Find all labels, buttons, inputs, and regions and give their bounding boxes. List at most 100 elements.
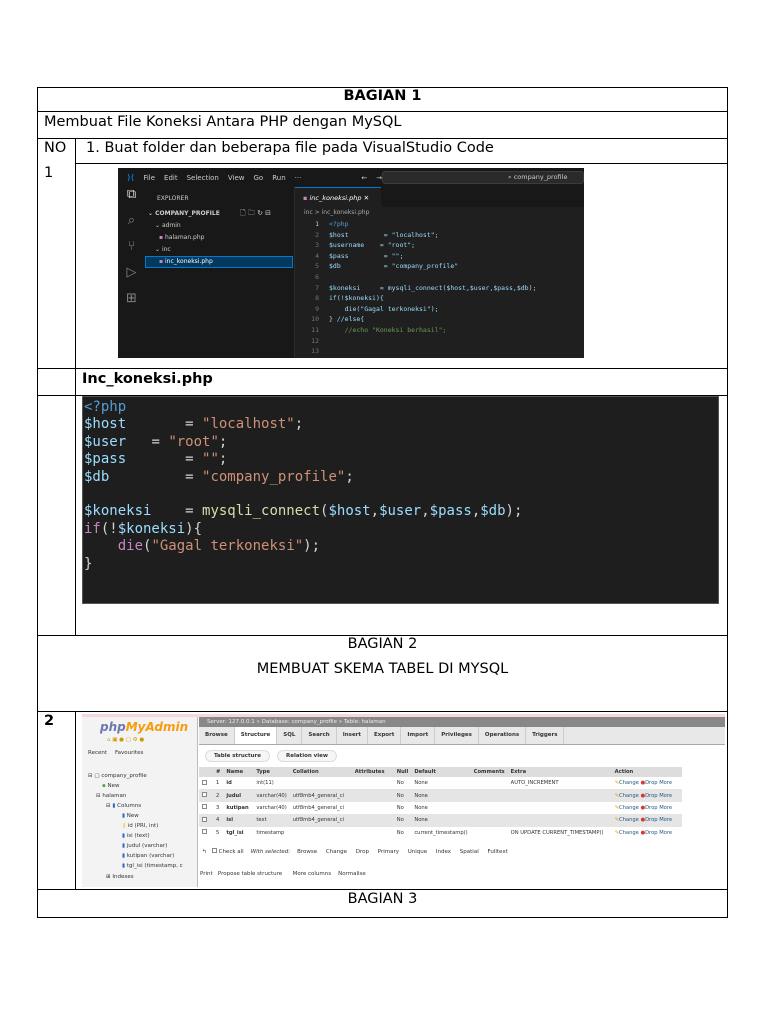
tree-table[interactable]: ⊟ halaman [96,793,126,799]
tab-browse[interactable]: Browse [199,727,235,744]
command-search[interactable]: ⌕ company_profile [382,171,584,184]
file-halaman[interactable]: ▪ halaman.php [159,234,204,241]
tree-col-new[interactable]: ▮ New [122,813,139,819]
tab-import[interactable]: Import [401,727,436,744]
column-header[interactable]: Name [223,767,254,777]
row-checkbox[interactable] [202,779,207,785]
close-icon[interactable]: ✕ [364,194,369,202]
code-line: 1 <?php [295,219,536,230]
check-all-checkbox[interactable] [211,848,217,853]
tab-privileges[interactable]: Privileges [435,727,479,744]
tab-inc-koneksi[interactable]: ▪ inc_koneksi.php ✕ [295,187,381,207]
drop-link[interactable]: Drop [645,817,657,823]
tab-insert[interactable]: Insert [337,727,369,744]
column-header[interactable]: Collation [289,767,352,777]
change-link[interactable]: Change [619,817,639,823]
tree-new[interactable]: ▪ New [102,783,119,789]
menu-selection[interactable]: Selection [187,174,219,182]
tab-structure[interactable]: Structure [234,727,278,744]
check-all[interactable]: Check all [219,849,244,855]
column-header[interactable]: Extra [507,767,612,777]
search-icon[interactable]: ⌕ [118,213,145,239]
row-checkbox[interactable] [202,792,207,798]
menu-go[interactable]: Go [253,174,263,182]
tab-search[interactable]: Search [302,727,337,744]
tab-operations[interactable]: Operations [479,727,527,744]
explorer-actions-icon[interactable]: 🗋 🗀 ↻ ⊟ [240,209,271,220]
column-header[interactable]: Type [253,767,290,777]
tree-col[interactable]: ▮ judul (varchar) [122,843,167,849]
change-link[interactable]: Change [619,793,639,799]
print-link[interactable]: Print [200,871,213,877]
bulk-primary[interactable]: Primary [378,849,399,855]
drop-link[interactable]: Drop [645,793,657,799]
menu-edit[interactable]: Edit [164,174,178,182]
row-checkbox[interactable] [202,804,207,810]
row-checkbox[interactable] [202,829,207,835]
source-control-icon[interactable]: ⑂ [118,239,145,265]
column-header[interactable]: Default [411,767,471,777]
nav-tab-favourites[interactable]: Favourites [115,750,143,756]
more-link[interactable]: More [659,830,672,836]
change-link[interactable]: Change [619,830,639,836]
drop-link[interactable]: Drop [645,780,657,786]
change-link[interactable]: Change [619,805,639,811]
code-line: <?php [84,399,718,416]
back-arrow-icon[interactable]: ← [361,174,367,182]
nav-tab-recent[interactable]: Recent [88,750,107,756]
bulk-fulltext[interactable]: Fulltext [487,849,507,855]
bulk-index[interactable]: Index [436,849,451,855]
vscode-logo-icon: ⟩⟨ [127,173,135,182]
column-header[interactable]: Null [393,767,412,777]
more-link[interactable]: More [659,817,672,823]
bulk-spatial[interactable]: Spatial [460,849,479,855]
table-cell: utf8mb4_general_ci [289,789,352,802]
more-link[interactable]: More [659,805,672,811]
tree-col[interactable]: ▮ isi (text) [122,833,150,839]
column-header[interactable]: Comments [470,767,508,777]
tab-triggers[interactable]: Triggers [526,727,565,744]
subtab-relation-view[interactable]: Relation view [277,750,337,762]
folder-inc[interactable]: ⌄ inc [155,246,171,253]
more-columns-link[interactable]: More columns [293,871,332,877]
more-link[interactable]: More [659,793,672,799]
tree-col[interactable]: ▮ tgl_isi (timestamp, c [122,863,183,869]
column-header[interactable] [199,767,213,777]
extensions-icon[interactable]: ⊞ [118,291,145,317]
tab-export[interactable]: Export [368,727,402,744]
file-inc-koneksi[interactable]: ▪ inc_koneksi.php [159,258,213,265]
project-folder[interactable]: ⌄ COMPANY_PROFILE [148,210,220,217]
drop-link[interactable]: Drop [645,830,657,836]
bulk-drop[interactable]: Drop [356,849,369,855]
bulk-unique[interactable]: Unique [408,849,427,855]
menu-more[interactable]: ··· [295,174,302,182]
tab-sql[interactable]: SQL [277,727,303,744]
table-cell: current_timestamp() [414,829,468,836]
explorer-icon[interactable]: ⧉ [118,187,145,213]
normalise-link[interactable]: Normalise [338,871,366,877]
change-link[interactable]: Change [619,780,639,786]
column-header[interactable]: # [213,767,224,777]
run-debug-icon[interactable]: ▷ [118,265,145,291]
table-cell [352,827,394,839]
bulk-browse[interactable]: Browse [297,849,317,855]
tree-col[interactable]: ⚷ id (PRI, int) [122,823,158,829]
drop-link[interactable]: Drop [645,805,657,811]
menu-view[interactable]: View [228,174,245,182]
menu-file[interactable]: File [143,174,155,182]
column-header[interactable]: Action [611,767,682,777]
bulk-change[interactable]: Change [326,849,347,855]
column-header[interactable]: Attributes [351,767,394,777]
editor[interactable]: 1 <?php 2 $host = "localhost"; 3 $username = … [295,219,536,357]
tree-indexes[interactable]: ⊞ Indexes [106,874,134,880]
tree-columns[interactable]: ⊟ ▮ Columns [106,803,141,809]
nav-toolbar-icons[interactable]: ⌂ ▣ ● ▢ ⚙ ● [107,737,144,743]
tree-db[interactable]: ⊟ ▢ company_profile [88,773,147,779]
more-link[interactable]: More [659,780,672,786]
folder-admin[interactable]: ⌄ admin [155,222,181,229]
propose-structure-link[interactable]: Propose table structure [218,871,282,877]
tree-col[interactable]: ▮ kutipan (varchar) [122,853,174,859]
row-checkbox[interactable] [202,816,207,822]
subtab-table-structure[interactable]: Table structure [205,750,270,762]
menu-run[interactable]: Run [272,174,285,182]
